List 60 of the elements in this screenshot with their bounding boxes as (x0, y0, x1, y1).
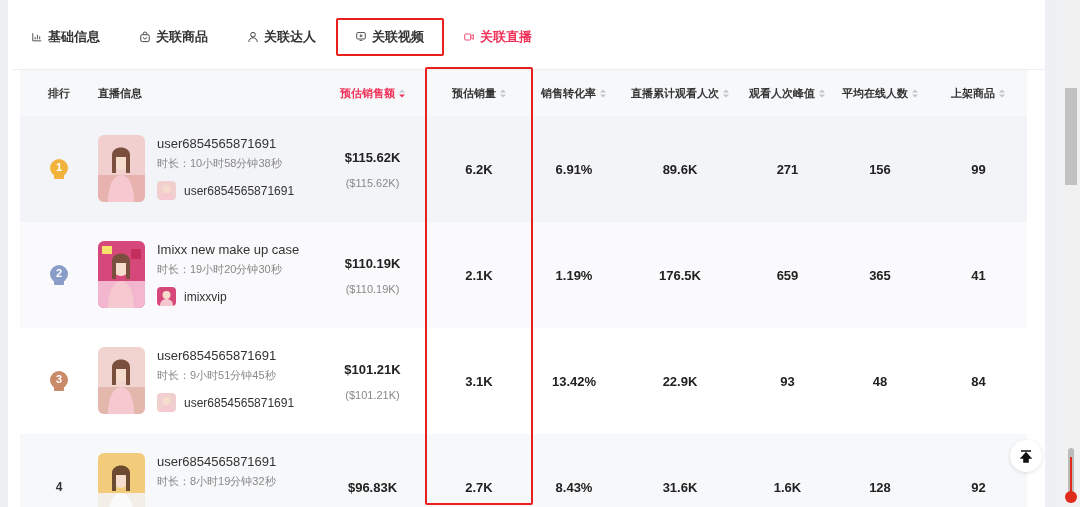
column-header[interactable]: 销售转化率 (541, 85, 607, 101)
live-title[interactable]: user6854565871691 (157, 136, 295, 151)
table-cell-text: 6.91% (554, 161, 594, 177)
table-cell-text: 92 (970, 479, 987, 495)
rank-number: 4 (55, 480, 63, 494)
table-cell-text: 2.1K (464, 267, 494, 283)
table-cell-text: 84 (970, 373, 987, 389)
duration-text: 时长：10小时58分钟38秒 (157, 156, 283, 171)
table-cell-text: 13.42% (550, 373, 598, 389)
duration-text: 时长：8小时19分钟32秒 (157, 474, 277, 489)
tab[interactable]: 关联直播 (444, 17, 552, 56)
table-cell-text: 8.43% (554, 479, 594, 495)
author-name[interactable]: user6854565871691 (184, 183, 295, 198)
table-cell-text: 93 (779, 373, 796, 389)
rank-number: 1 (55, 161, 63, 173)
rank-number: 3 (55, 373, 63, 385)
sales-amount: $115.62K (344, 149, 401, 165)
table-cell-text: 3.1K (464, 373, 494, 389)
live-title[interactable]: user6854565871691 (157, 454, 277, 469)
table-cell-text: 6.2K (464, 161, 494, 177)
table-cell-text: 2.7K (464, 479, 494, 495)
table-cell-text: 99 (970, 161, 987, 177)
author-name[interactable]: user6854565871691 (184, 395, 295, 410)
column-header[interactable]: 预估销量 (451, 85, 507, 101)
table-cell-text: 22.9K (661, 373, 699, 389)
table-cell-text: 176.5K (658, 267, 702, 283)
column-header[interactable]: 平均在线人数 (841, 85, 919, 101)
duration-text: 时长：19小时20分钟30秒 (157, 262, 283, 277)
tab[interactable]: 关联视频 (336, 17, 444, 56)
column-header[interactable]: 直播累计观看人次 (630, 85, 730, 101)
live-title[interactable]: user6854565871691 (157, 348, 295, 363)
sales-amount-sub: ($101.21K) (345, 388, 400, 401)
column-header[interactable]: 上架商品 (951, 85, 1006, 101)
sales-amount: $110.19K (344, 255, 401, 271)
tab[interactable]: 关联商品 (120, 17, 228, 56)
column-header: 排行 (48, 85, 70, 101)
column-header[interactable]: 观看人次峰值 (749, 85, 826, 101)
table-cell-text: 659 (775, 267, 800, 283)
table-cell-text: 31.6K (661, 479, 699, 495)
column-header[interactable]: 预估销售额 (339, 85, 406, 101)
table-cell-text: 1.6K (772, 479, 803, 495)
author-name[interactable]: imixxvip (184, 289, 227, 304)
sales-amount-sub: ($110.19K) (345, 282, 400, 295)
column-header: 直播信息 (98, 85, 142, 101)
table-cell-text: 48 (871, 373, 889, 389)
sales-amount-sub: ($115.62K) (345, 176, 400, 189)
rank-number: 2 (55, 267, 63, 279)
duration-text: 时长：9小时51分钟45秒 (157, 368, 277, 383)
table-cell-text: 156 (868, 161, 892, 177)
table-cell-text: 41 (970, 267, 987, 283)
sales-amount: $101.21K (344, 361, 401, 377)
table-cell-text: 365 (868, 267, 892, 283)
live-title[interactable]: Imixx new make up case (157, 242, 300, 257)
table-cell-text: 271 (775, 161, 800, 177)
table-cell-text: 89.6K (661, 161, 699, 177)
tab[interactable]: 关联达人 (228, 17, 336, 56)
table-cell-text: 1.19% (554, 267, 594, 283)
table-cell-text: 128 (868, 479, 892, 495)
sales-amount: $96.83K (347, 479, 398, 495)
tab[interactable]: 基础信息 (12, 17, 120, 56)
